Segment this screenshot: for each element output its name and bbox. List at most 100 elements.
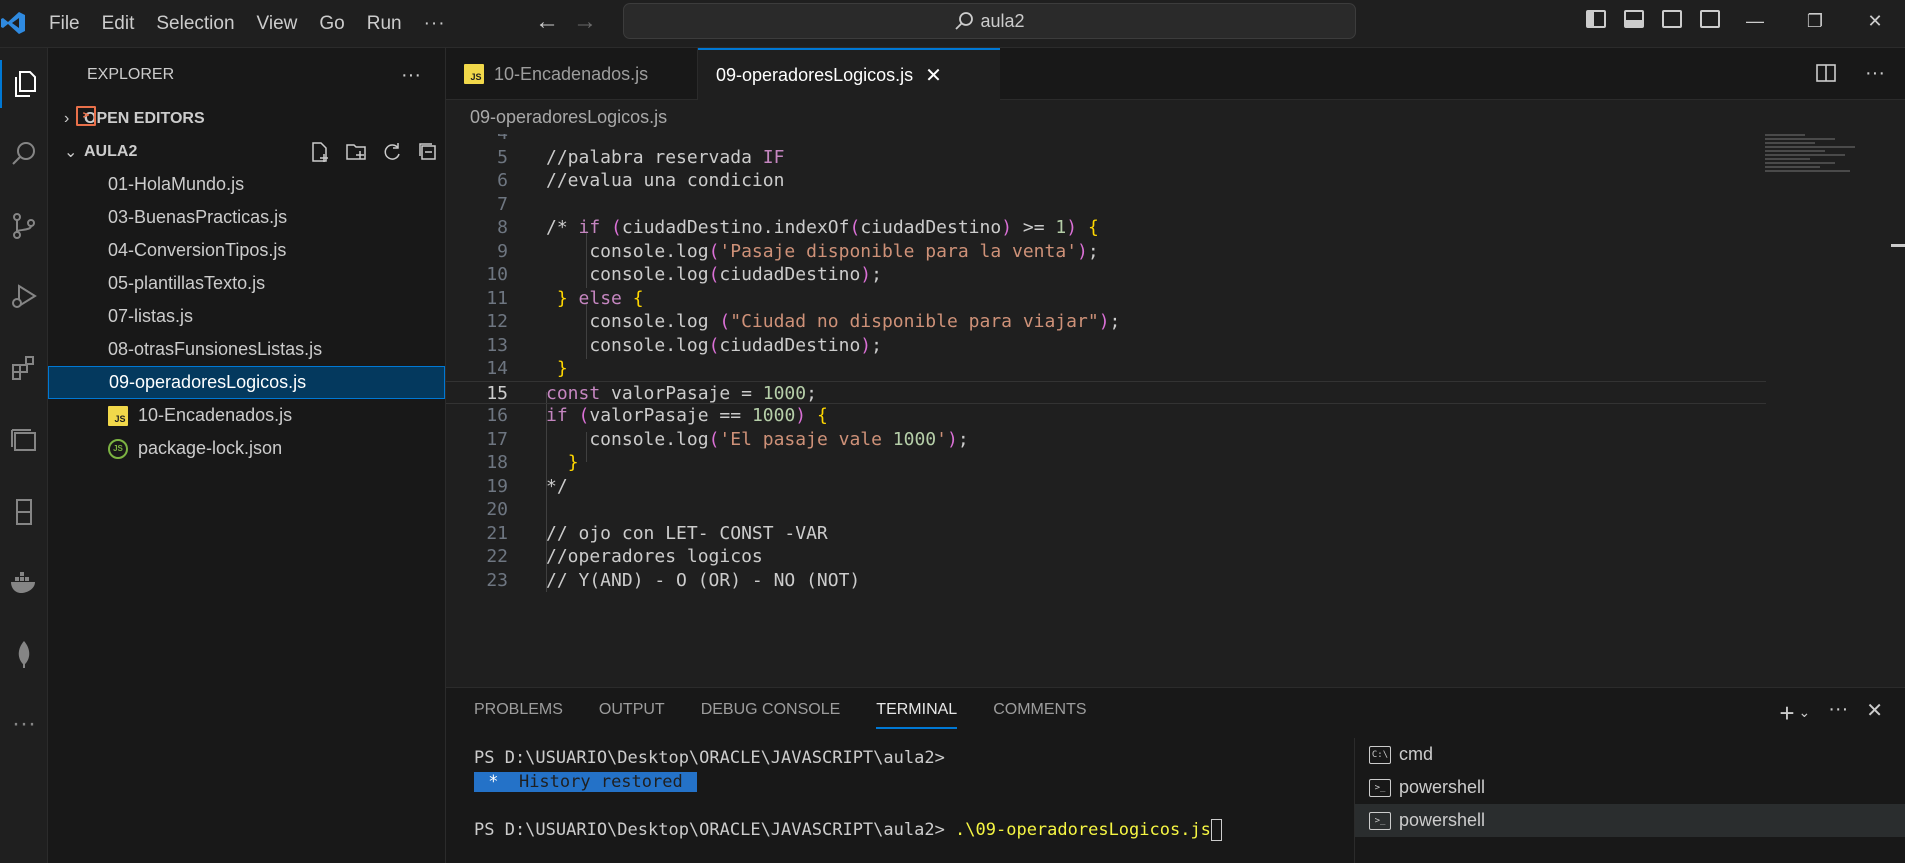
code-line[interactable]: 22 //operadores logicos: [446, 545, 1766, 569]
refresh-icon[interactable]: [381, 141, 403, 163]
code-line[interactable]: 17 console.log('El pasaje vale 1000');: [446, 428, 1766, 452]
code-line[interactable]: 7: [446, 193, 1766, 217]
minimap[interactable]: [1765, 134, 1865, 234]
menu-run[interactable]: Run: [356, 13, 413, 35]
file-item[interactable]: JS 10-Encadenados.js: [48, 399, 445, 432]
code-line[interactable]: 6 //evalua una condicion: [446, 169, 1766, 193]
command-center-search[interactable]: aula2: [623, 3, 1356, 39]
run-debug-icon[interactable]: [0, 272, 48, 320]
new-file-icon[interactable]: [309, 141, 331, 163]
terminal-output[interactable]: PS D:\USUARIO\Desktop\ORACLE\JAVASCRIPT\…: [474, 746, 1222, 842]
menu-selection[interactable]: Selection: [145, 13, 245, 35]
chevron-down-icon: ⌄: [64, 143, 78, 161]
terminal-item-cmd[interactable]: C:\ cmd: [1355, 738, 1905, 771]
code-line[interactable]: 23 // Y(AND) - O (OR) - NO (NOT): [446, 569, 1766, 593]
terminal-item-powershell[interactable]: >_ powershell: [1355, 771, 1905, 804]
toggle-secondary-sidebar-icon[interactable]: [1662, 10, 1682, 28]
code-line[interactable]: 21 // ojo con LET- CONST -VAR: [446, 522, 1766, 546]
chevron-down-icon[interactable]: ⌄: [1799, 704, 1811, 729]
scrollbar-position[interactable]: [1891, 244, 1905, 247]
more-actions-icon[interactable]: ···: [1865, 62, 1885, 85]
tab-comments[interactable]: COMMENTS: [993, 701, 1086, 719]
forward-arrow-icon[interactable]: →: [573, 8, 597, 36]
code-line[interactable]: 4: [446, 134, 1766, 146]
menu-file[interactable]: File: [38, 13, 91, 35]
extensions-icon[interactable]: [0, 344, 48, 392]
code-line[interactable]: 18 }: [446, 451, 1766, 475]
toggle-panel-icon[interactable]: [1624, 10, 1644, 28]
more-actions-icon[interactable]: ···: [1828, 698, 1848, 729]
file-item[interactable]: >01-HolaMundo.js: [48, 106, 445, 201]
tab-debug-console[interactable]: DEBUG CONSOLE: [701, 701, 841, 719]
menu-go[interactable]: Go: [308, 13, 355, 35]
terminal-item-powershell-active[interactable]: >_ powershell: [1355, 804, 1905, 837]
back-arrow-icon[interactable]: ←: [535, 8, 559, 36]
code-line[interactable]: 13 console.log(ciudadDestino);: [446, 334, 1766, 358]
file-item[interactable]: >04-ConversionTipos.js: [48, 106, 445, 267]
terminal-prompt-line: PS D:\USUARIO\Desktop\ORACLE\JAVASCRIPT\…: [474, 748, 945, 768]
close-button[interactable]: ✕: [1845, 0, 1905, 42]
file-item-selected[interactable]: >09-operadoresLogicos.js: [48, 106, 445, 399]
explorer-icon[interactable]: [0, 60, 48, 108]
breadcrumb-file[interactable]: 09-operadoresLogicos.js: [470, 107, 667, 128]
code-line[interactable]: 9 console.log('Pasaje disponible para la…: [446, 240, 1766, 264]
toggle-primary-sidebar-icon[interactable]: [1586, 10, 1606, 28]
more-icon[interactable]: ···: [0, 700, 48, 748]
line-code: //operadores logicos: [546, 546, 763, 567]
terminal-command-line: PS D:\USUARIO\Desktop\ORACLE\JAVASCRIPT\…: [474, 818, 1222, 842]
docker-icon[interactable]: [0, 558, 48, 606]
file-name: 04-ConversionTipos.js: [108, 240, 287, 260]
code-line[interactable]: 12 console.log ("Ciudad no disponible pa…: [446, 310, 1766, 334]
collapse-all-icon[interactable]: [417, 141, 439, 163]
folder-section[interactable]: ⌄ AULA2: [48, 135, 445, 168]
code-line[interactable]: 15 const valorPasaje = 1000;: [446, 380, 1766, 404]
explorer-more-actions[interactable]: ···: [401, 64, 421, 87]
source-control-icon[interactable]: [0, 202, 48, 250]
code-line[interactable]: 19 */: [446, 475, 1766, 499]
terminal-list: C:\ cmd >_ powershell >_ powershell: [1354, 738, 1905, 863]
close-panel-icon[interactable]: ✕: [1866, 698, 1883, 729]
file-name: 07-listas.js: [108, 306, 194, 326]
code-line[interactable]: 16 if (valorPasaje == 1000) {: [446, 404, 1766, 428]
line-number: 20: [486, 499, 508, 520]
tab-09-operadores-logicos[interactable]: > 09-operadoresLogicos.js ✕: [698, 48, 1000, 128]
code-editor[interactable]: 45 //palabra reservada IF 6 //evalua una co…: [446, 134, 1905, 687]
new-terminal-icon[interactable]: +: [1779, 698, 1794, 729]
code-line[interactable]: 8 /* if (ciudadDestino.indexOf(ciudadDest…: [446, 216, 1766, 240]
code-line[interactable]: 10 console.log(ciudadDestino);: [446, 263, 1766, 287]
line-number: 6: [497, 170, 508, 191]
code-line[interactable]: 20: [446, 498, 1766, 522]
file-item[interactable]: >03-BuenasPracticas.js: [48, 106, 445, 234]
file-item[interactable]: >07-listas.js: [48, 106, 445, 333]
close-tab-icon[interactable]: ✕: [925, 63, 942, 88]
code-line[interactable]: 11 } else {: [446, 287, 1766, 311]
file-item[interactable]: JS package-lock.json: [48, 432, 445, 465]
minimize-button[interactable]: —: [1725, 0, 1785, 42]
panel-tabs: PROBLEMS OUTPUT DEBUG CONSOLE TERMINAL C…: [474, 688, 1087, 732]
code-line[interactable]: 14 }: [446, 357, 1766, 381]
menu-edit[interactable]: Edit: [91, 13, 146, 35]
search-icon: [955, 12, 974, 30]
folder-label: AULA2: [84, 142, 138, 160]
menu-more[interactable]: ···: [413, 13, 457, 35]
customize-layout-icon[interactable]: [1700, 10, 1720, 28]
search-icon[interactable]: [0, 130, 48, 178]
tab-output[interactable]: OUTPUT: [599, 701, 665, 719]
remote-explorer-icon[interactable]: [0, 416, 48, 464]
open-editors-section[interactable]: › OPEN EDITORS: [48, 102, 445, 135]
line-number: 17: [486, 428, 508, 450]
split-editor-icon[interactable]: [1815, 62, 1837, 84]
tab-terminal[interactable]: TERMINAL: [876, 701, 958, 729]
code-line[interactable]: 5 //palabra reservada IF: [446, 146, 1766, 170]
tab-problems[interactable]: PROBLEMS: [474, 701, 563, 719]
restore-button[interactable]: ❐: [1785, 0, 1845, 42]
menu-view[interactable]: View: [246, 13, 309, 35]
vscode-logo-icon: [1, 12, 25, 34]
new-folder-icon[interactable]: [345, 141, 367, 163]
line-number: 18: [486, 452, 508, 473]
mongodb-icon[interactable]: [0, 630, 48, 678]
testing-icon[interactable]: [0, 488, 48, 536]
tab-10-encadenados[interactable]: JS 10-Encadenados.js: [446, 48, 698, 100]
file-item[interactable]: >05-plantillasTexto.js: [48, 106, 445, 300]
file-item[interactable]: >08-otrasFunsionesListas.js: [48, 106, 445, 366]
